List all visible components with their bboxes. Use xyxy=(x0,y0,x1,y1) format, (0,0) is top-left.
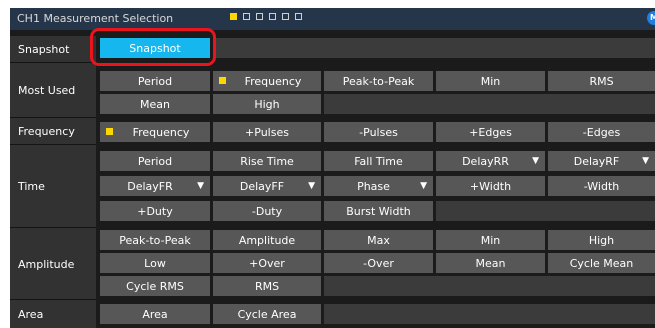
most-used-rms-button[interactable]: RMS xyxy=(548,71,655,91)
amplitude-peak-to-peak-button[interactable]: Peak-to-Peak xyxy=(100,230,210,250)
time-empty-bar xyxy=(436,201,655,221)
frequency-minus-pulses-button[interactable]: -Pulses xyxy=(324,122,433,142)
amplitude-high-button[interactable]: High xyxy=(548,230,655,250)
amplitude-amplitude-button[interactable]: Amplitude xyxy=(213,230,321,250)
page-dot-4[interactable] xyxy=(269,13,276,20)
dropdown-caret-icon: ▼ xyxy=(532,156,539,166)
dropdown-caret-icon: ▼ xyxy=(197,181,204,191)
page-dot-3[interactable] xyxy=(256,13,263,20)
time-burst-width-button[interactable]: Burst Width xyxy=(324,201,433,221)
amplitude-minus-over-button[interactable]: -Over xyxy=(324,253,433,273)
area-cycle-area-button[interactable]: Cycle Area xyxy=(213,304,321,324)
amplitude-mean-button[interactable]: Mean xyxy=(436,253,545,273)
frequency-minus-edges-button[interactable]: -Edges xyxy=(548,122,655,142)
amplitude-cycle-rms-button[interactable]: Cycle RMS xyxy=(100,276,210,296)
panel-title: CH1 Measurement Selection xyxy=(17,12,174,25)
time-delay-fr-dropdown[interactable]: DelayFR ▼ xyxy=(100,176,210,196)
time-plus-duty-button[interactable]: +Duty xyxy=(100,201,210,221)
category-snapshot: Snapshot xyxy=(10,36,96,63)
time-fall-time-button[interactable]: Fall Time xyxy=(324,151,433,171)
most-used-peak-to-peak-button[interactable]: Peak-to-Peak xyxy=(324,71,433,91)
category-most-used: Most Used xyxy=(10,63,96,118)
snapshot-highlight-box xyxy=(90,28,216,66)
area-empty-bar xyxy=(324,304,655,324)
most-used-period-button[interactable]: Period xyxy=(100,71,210,91)
time-rise-time-button[interactable]: Rise Time xyxy=(213,151,321,171)
time-delay-rr-dropdown[interactable]: DelayRR ▼ xyxy=(436,151,545,171)
page-dot-2[interactable] xyxy=(243,13,250,20)
time-minus-width-button[interactable]: -Width xyxy=(548,176,655,196)
page-dot-6[interactable] xyxy=(295,13,302,20)
time-delay-ff-dropdown[interactable]: DelayFF ▼ xyxy=(213,176,321,196)
most-used-high-button[interactable]: High xyxy=(213,94,321,114)
amplitude-min-button[interactable]: Min xyxy=(436,230,545,250)
frequency-frequency-button[interactable]: Frequency xyxy=(100,122,210,142)
frequency-plus-edges-button[interactable]: +Edges xyxy=(436,122,545,142)
time-minus-duty-button[interactable]: -Duty xyxy=(213,201,321,221)
selected-marker-icon xyxy=(106,128,113,135)
most-used-mean-button[interactable]: Mean xyxy=(100,94,210,114)
dropdown-caret-icon: ▼ xyxy=(308,181,315,191)
amplitude-empty-bar xyxy=(324,276,655,296)
category-amplitude-label: Amplitude xyxy=(18,257,75,271)
amplitude-low-button[interactable]: Low xyxy=(100,253,210,273)
amplitude-cycle-mean-button[interactable]: Cycle Mean xyxy=(548,253,655,273)
amplitude-rms-button[interactable]: RMS xyxy=(213,276,321,296)
time-delay-rf-dropdown[interactable]: DelayRF ▼ xyxy=(548,151,655,171)
most-used-empty-bar xyxy=(324,94,655,114)
time-period-button[interactable]: Period xyxy=(100,151,210,171)
category-frequency: Frequency xyxy=(10,118,96,145)
time-plus-width-button[interactable]: +Width xyxy=(436,176,545,196)
category-area: Area xyxy=(10,300,96,328)
category-time: Time xyxy=(10,145,96,228)
title-bar: CH1 Measurement Selection M xyxy=(10,8,655,30)
page-dot-1[interactable] xyxy=(230,13,237,20)
dropdown-caret-icon: ▼ xyxy=(420,181,427,191)
most-used-min-button[interactable]: Min xyxy=(436,71,545,91)
page-indicator xyxy=(230,13,302,20)
area-area-button[interactable]: Area xyxy=(100,304,210,324)
most-used-frequency-button[interactable]: Frequency xyxy=(213,71,321,91)
info-icon[interactable]: M xyxy=(647,11,655,25)
selected-marker-icon xyxy=(219,77,226,84)
amplitude-plus-over-button[interactable]: +Over xyxy=(213,253,321,273)
amplitude-max-button[interactable]: Max xyxy=(324,230,433,250)
frequency-plus-pulses-button[interactable]: +Pulses xyxy=(213,122,321,142)
dropdown-caret-icon: ▼ xyxy=(642,156,649,166)
snapshot-empty-bar xyxy=(213,38,655,58)
page-dot-5[interactable] xyxy=(282,13,289,20)
time-phase-dropdown[interactable]: Phase ▼ xyxy=(324,176,433,196)
